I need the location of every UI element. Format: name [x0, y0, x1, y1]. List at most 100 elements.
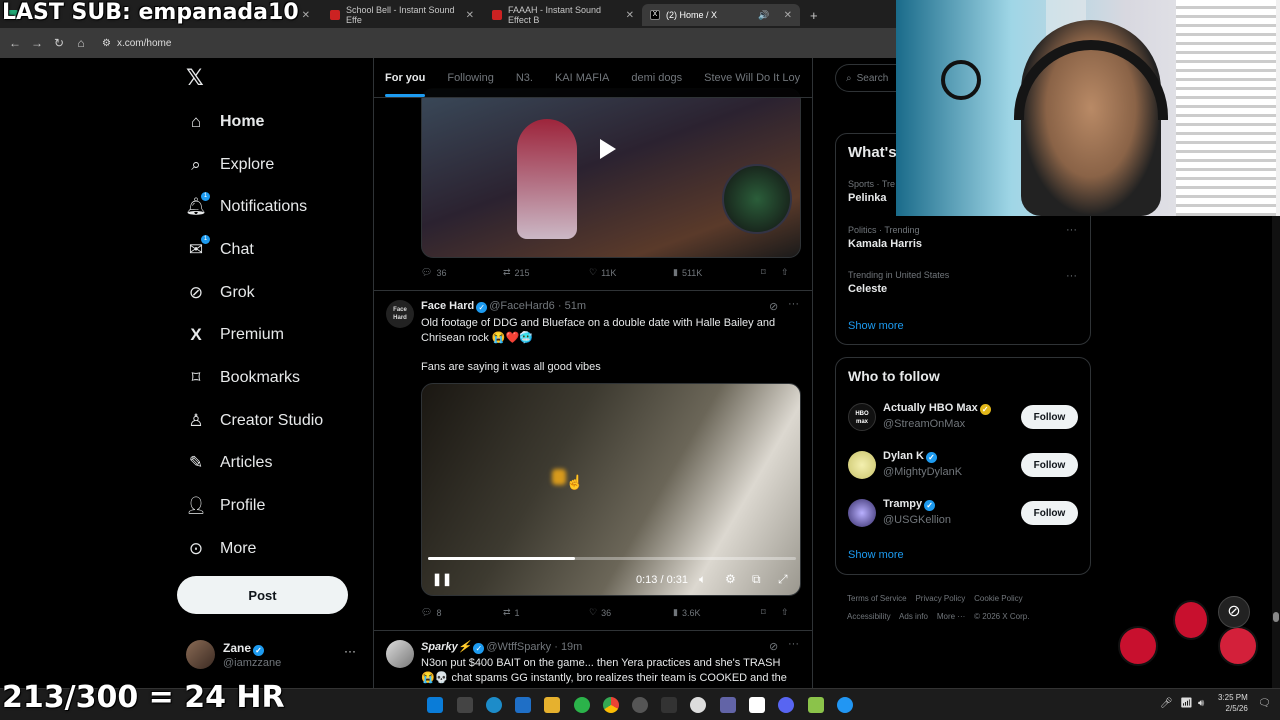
grok-icon[interactable]: ⊘ [769, 300, 778, 313]
close-icon[interactable]: ✕ [302, 10, 310, 21]
footer-link[interactable]: Ads info [899, 612, 928, 621]
close-icon[interactable]: ✕ [466, 10, 474, 21]
reply-button[interactable]: 💬︎ 36 [421, 267, 503, 278]
tab-kai-mafia[interactable]: KAI MAFIA [555, 72, 609, 84]
notification-center-icon[interactable]: 🗨︎ [1258, 698, 1271, 709]
repost-button[interactable]: ⇄ 215 [503, 267, 589, 278]
app-icon[interactable] [808, 697, 824, 713]
nav-grok[interactable]: ⊘ Grok [186, 277, 255, 309]
tab-following[interactable]: Following [447, 72, 493, 84]
tweet-author-name[interactable]: Face Hard [421, 300, 474, 312]
scrollbar-thumb[interactable] [1273, 612, 1279, 622]
nav-articles[interactable]: ✎ Articles [186, 447, 273, 479]
back-arrow-icon[interactable]: ← [4, 36, 26, 50]
trend-more-icon[interactable]: ··· [1066, 270, 1077, 282]
share-button[interactable]: ⇧ [781, 267, 789, 278]
views-button[interactable]: ▮ 511K [673, 267, 761, 278]
outlook-icon[interactable] [515, 697, 531, 713]
trends-show-more[interactable]: Show more [848, 320, 904, 332]
mic-icon[interactable]: 🎤︎ [1160, 698, 1173, 709]
app-icon[interactable] [837, 697, 853, 713]
tab-for-you[interactable]: For you [385, 72, 426, 97]
nav-profile[interactable]: 👤︎ Profile [185, 490, 265, 522]
tweet-more-icon[interactable]: ··· [788, 298, 799, 310]
bookmark-button[interactable]: ⌑ [761, 267, 781, 278]
clock[interactable]: 3:25 PM 2/5/26 [1218, 692, 1248, 714]
close-icon[interactable]: ✕ [626, 10, 634, 21]
footer-link[interactable]: Accessibility [847, 612, 891, 621]
nav-more[interactable]: ⊙ More [186, 533, 257, 565]
trend-more-icon[interactable]: ··· [1066, 224, 1077, 236]
xbox-icon[interactable] [574, 697, 590, 713]
who-show-more[interactable]: Show more [848, 549, 904, 561]
obs-icon[interactable] [632, 697, 648, 713]
post-button[interactable]: Post [177, 576, 348, 614]
avatar[interactable]: Face Hard [386, 300, 414, 328]
home-page-icon[interactable]: ⌂ [70, 36, 92, 50]
suggestion-name[interactable]: Actually HBO Max [883, 402, 978, 414]
store-icon[interactable] [661, 697, 677, 713]
grok-icon[interactable]: ⊘ [769, 640, 778, 653]
tweet-more-icon[interactable]: ··· [788, 638, 799, 650]
nav-notifications[interactable]: 🔔︎ 1 Notifications [185, 191, 307, 223]
tab-steve[interactable]: Steve Will Do It Loy [704, 72, 800, 84]
tweet-time[interactable]: 19m [561, 641, 582, 653]
nav-home[interactable]: ⌂ Home [186, 106, 265, 138]
video-progress-track[interactable] [428, 557, 796, 560]
nav-bookmarks[interactable]: ⌑ Bookmarks [186, 362, 300, 394]
avatar[interactable] [848, 451, 876, 479]
tab-n3[interactable]: N3. [516, 72, 533, 84]
pip-icon[interactable]: ⧉ [752, 572, 761, 587]
grok-fab-icon[interactable]: ⊘ [1218, 596, 1250, 628]
account-switcher[interactable]: Zane ✓ @iamzzane ··· [186, 640, 366, 672]
share-button[interactable]: ⇧ [781, 607, 789, 618]
footer-link[interactable]: Terms of Service [847, 594, 907, 603]
like-button[interactable]: ♡ 36 [589, 607, 673, 618]
reload-icon[interactable]: ↻ [48, 36, 70, 50]
edge-icon[interactable] [486, 697, 502, 713]
reply-button[interactable]: 💬︎ 8 [421, 607, 503, 618]
follow-button[interactable]: Follow [1021, 501, 1078, 525]
wifi-icon[interactable]: 📶︎ [1180, 698, 1193, 709]
follow-button[interactable]: Follow [1021, 453, 1078, 477]
windows-start-icon[interactable] [427, 697, 443, 713]
avatar[interactable] [386, 640, 414, 668]
tab-demi-dogs[interactable]: demi dogs [631, 72, 682, 84]
bookmark-button[interactable]: ⌑ [761, 607, 781, 618]
like-button[interactable]: ♡ 11K [589, 267, 673, 278]
nav-chat[interactable]: ✉ 1 Chat [186, 234, 254, 266]
follow-button[interactable]: Follow [1021, 405, 1078, 429]
new-tab-button[interactable]: + [802, 4, 822, 26]
tweet-author-handle[interactable]: @FaceHard6 [489, 300, 555, 312]
fullscreen-icon[interactable]: ⤢ [778, 572, 788, 587]
views-button[interactable]: ▮ 3.6K [673, 607, 761, 618]
browser-tab-active[interactable]: X (2) Home / X 🔊 ✕ [642, 4, 800, 26]
chrome-icon[interactable] [603, 697, 619, 713]
tweet-author-name[interactable]: Sparky⚡ [421, 641, 471, 653]
tweet-time[interactable]: 51m [565, 300, 586, 312]
url-field[interactable]: ⚙ x.com/home [102, 38, 171, 49]
file-explorer-icon[interactable] [544, 697, 560, 713]
nav-premium[interactable]: X Premium [186, 319, 284, 351]
tweet-video-player[interactable]: ☝ ❚❚ 0:13 / 0:31 🔈︎ ⚙ ⧉ ⤢ [421, 383, 801, 596]
x-logo-icon[interactable]: 𝕏 [186, 66, 208, 91]
speaker-icon[interactable]: 🔊︎ [1198, 698, 1204, 709]
pause-icon[interactable]: ❚❚ [432, 572, 452, 586]
tweet-author-handle[interactable]: @WtffSparky [486, 641, 551, 653]
browser-tab-3[interactable]: FAAAH - Instant Sound Effect B ✕ [484, 4, 642, 26]
task-view-icon[interactable] [457, 697, 473, 713]
footer-link[interactable]: More ··· [937, 612, 965, 621]
trend-item[interactable]: Trending in United States Celeste [848, 270, 1080, 295]
repost-button[interactable]: ⇄ 1 [503, 607, 589, 618]
volume-icon[interactable]: 🔈︎ [699, 572, 706, 587]
account-more-icon[interactable]: ··· [344, 644, 356, 658]
browser-tab-2[interactable]: School Bell - Instant Sound Effe ✕ [322, 4, 482, 26]
settings-icon[interactable]: ⚙ [725, 572, 736, 586]
app-icon[interactable] [749, 697, 765, 713]
suggestion-name[interactable]: Trampy [883, 498, 922, 510]
footer-link[interactable]: Privacy Policy [915, 594, 965, 603]
teams-icon[interactable] [720, 697, 736, 713]
nav-explore[interactable]: ⌕ Explore [186, 149, 274, 181]
suggestion-name[interactable]: Dylan K [883, 450, 924, 462]
avatar[interactable]: HBO max [848, 403, 876, 431]
